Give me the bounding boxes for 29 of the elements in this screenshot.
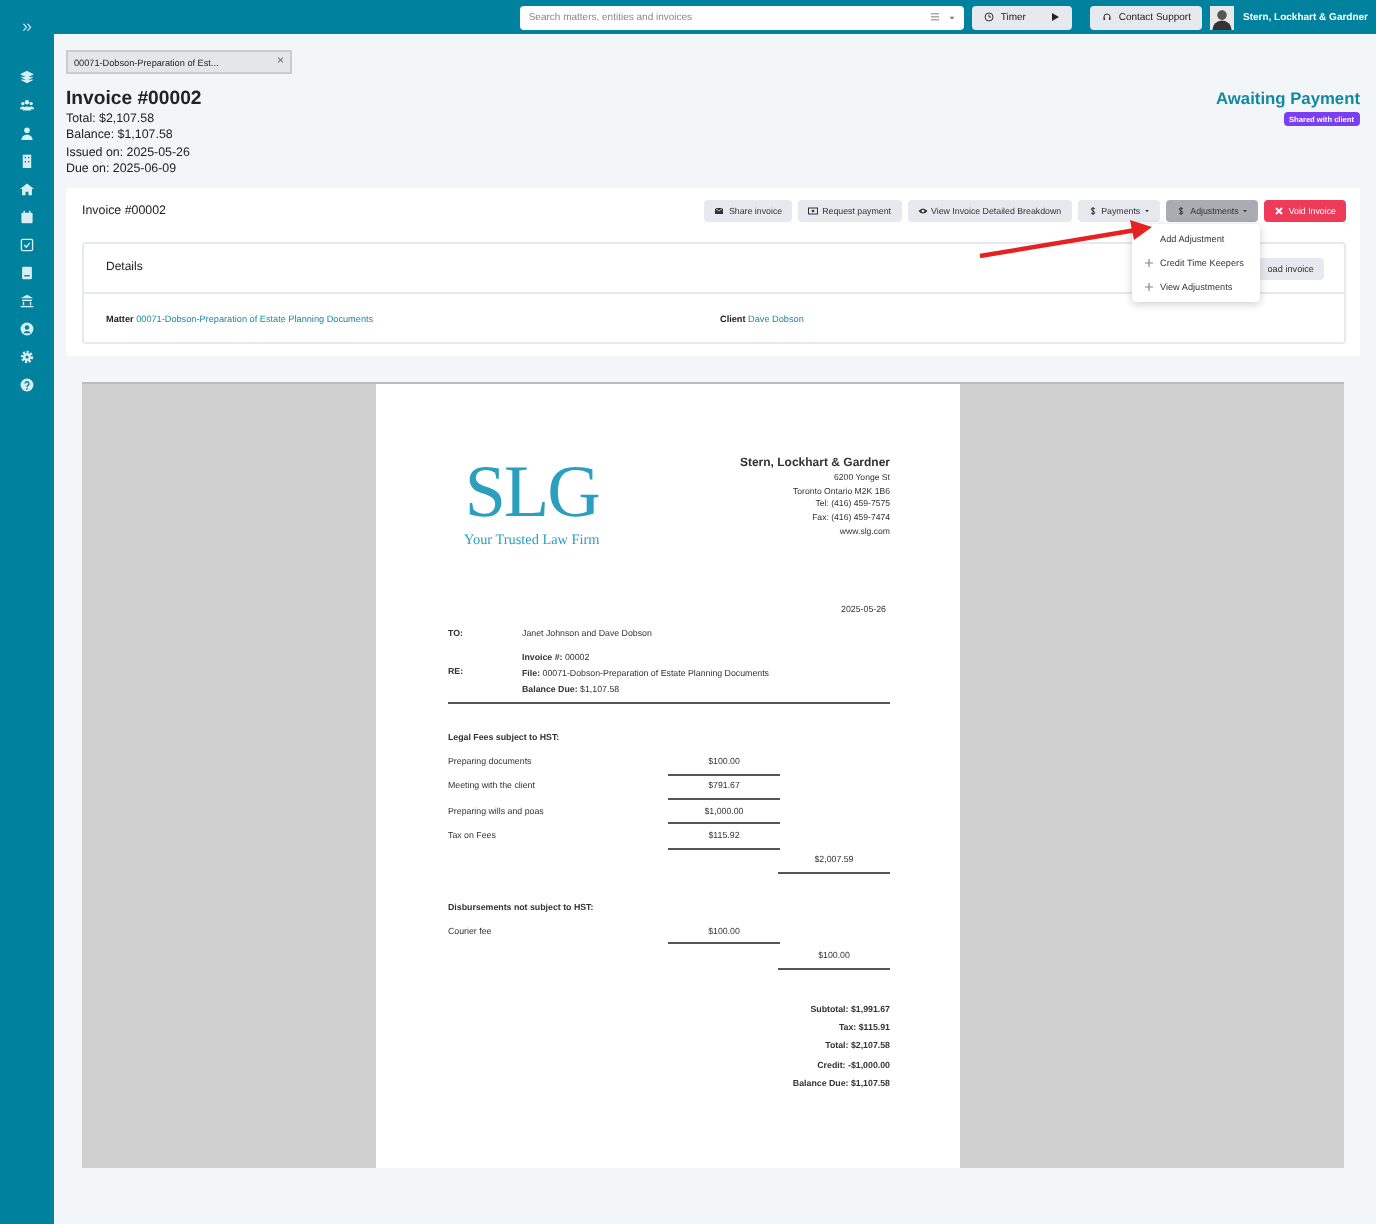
bank-icon[interactable]	[20, 294, 34, 308]
invoice-title: Invoice #00002	[66, 88, 202, 110]
book-icon[interactable]	[20, 266, 34, 280]
envelope-icon	[714, 205, 725, 216]
logo-text: SLG	[464, 456, 599, 533]
eye-icon	[917, 205, 928, 216]
avatar-icon	[1210, 5, 1235, 29]
settings-icon[interactable]	[20, 350, 34, 364]
checkbox-icon[interactable]	[20, 238, 34, 252]
status-label: Awaiting Payment	[1216, 88, 1360, 108]
banknote-icon	[808, 205, 819, 216]
dollar-icon	[1176, 205, 1187, 216]
people-icon[interactable]	[20, 98, 34, 112]
building-icon[interactable]	[20, 154, 34, 168]
help-icon[interactable]	[20, 378, 34, 392]
user-circle-icon[interactable]	[20, 322, 34, 336]
plus-icon	[1144, 258, 1154, 269]
list-icon	[930, 12, 941, 22]
close-icon	[1274, 205, 1285, 216]
plus-icon	[1144, 281, 1154, 292]
headset-icon	[1102, 12, 1113, 22]
arrow-icon	[976, 218, 1156, 263]
home-icon[interactable]	[20, 182, 34, 196]
dollar-icon	[1087, 205, 1098, 216]
layers-icon[interactable]	[20, 70, 34, 84]
calendar-icon[interactable]	[20, 210, 34, 224]
play-icon	[1050, 12, 1061, 22]
person-icon[interactable]	[20, 126, 34, 140]
clock-icon	[984, 12, 995, 22]
